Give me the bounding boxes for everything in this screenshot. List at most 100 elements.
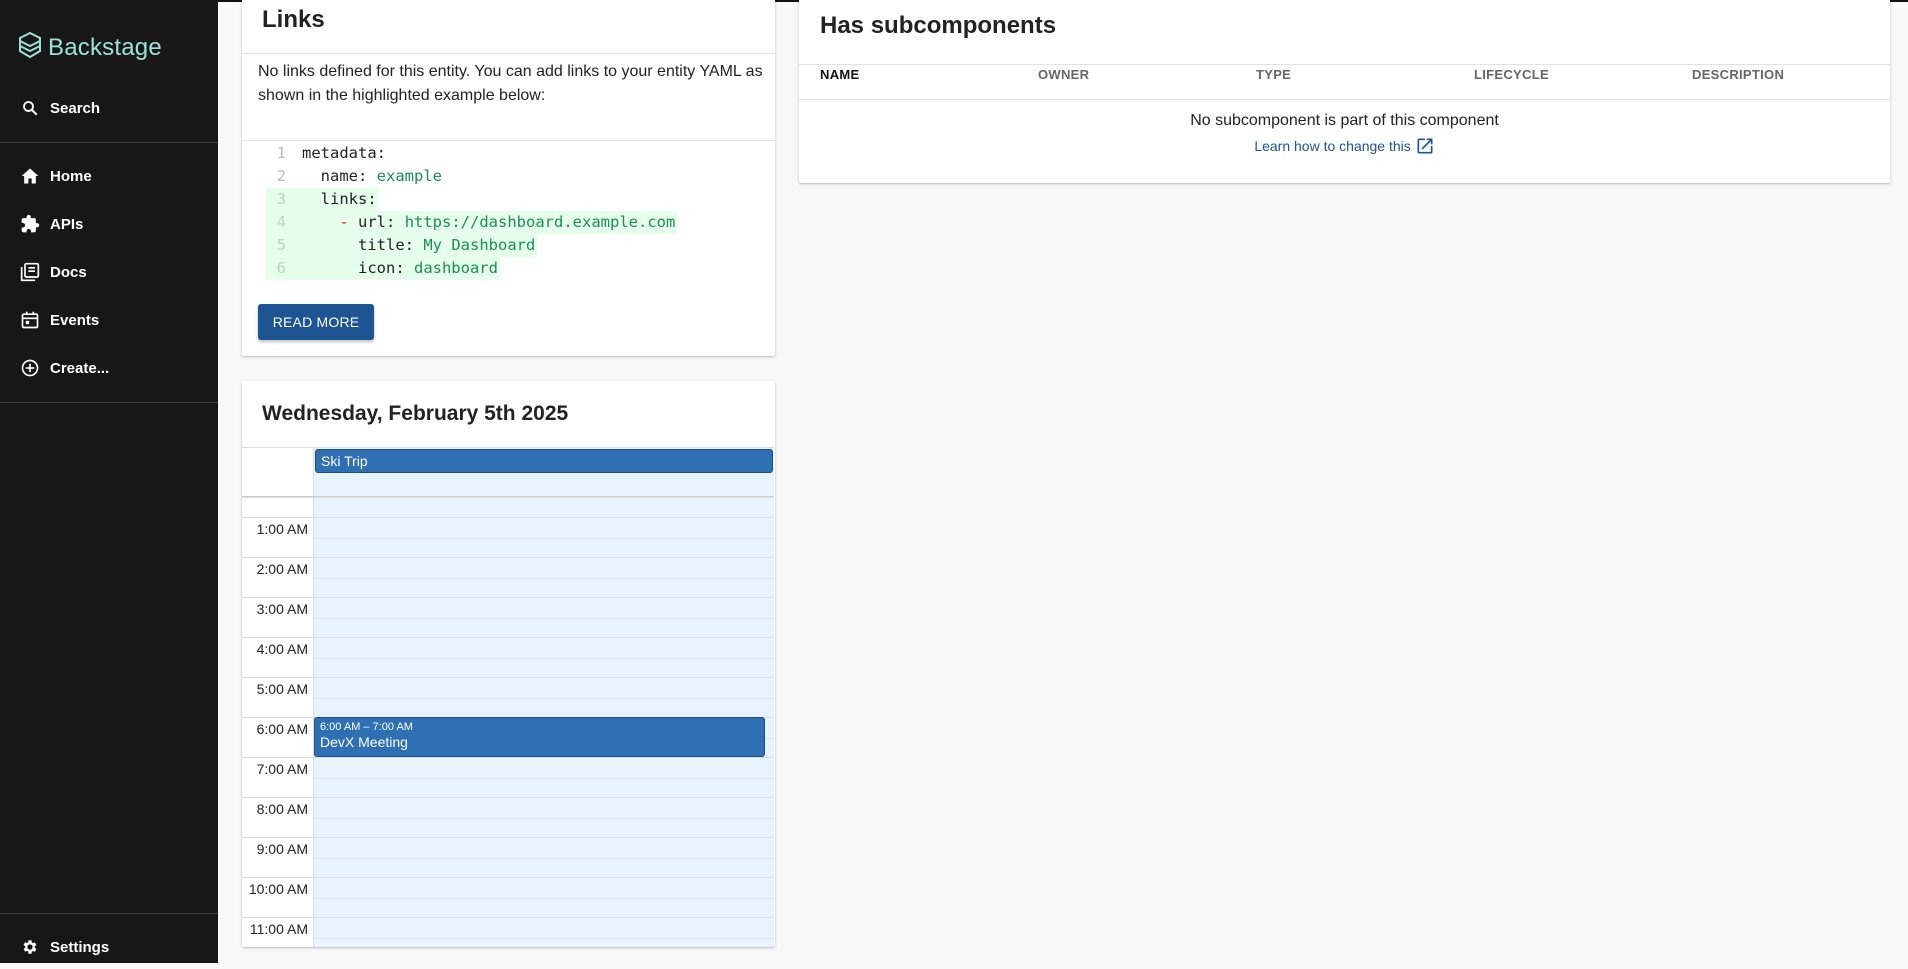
code-text: metadata: (302, 142, 388, 165)
code-key: title: (302, 236, 424, 254)
code-text: - url: https://dashboard.example.com (302, 211, 678, 234)
home-icon (20, 166, 40, 186)
code-line: 1 metadata: (266, 142, 677, 165)
time-slot: 4:00 AM (242, 637, 774, 678)
sidebar-item-label: Docs (50, 263, 87, 281)
add-circle-icon (20, 358, 40, 378)
time-label: 2:00 AM (256, 561, 308, 577)
code-text: icon: dashboard (302, 257, 500, 280)
logo-text: Backstage (48, 33, 162, 61)
code-key: links: (302, 190, 377, 208)
time-label: 3:00 AM (256, 601, 308, 617)
all-day-row: Ski Trip (242, 447, 774, 497)
yaml-code-block: 1 metadata: 2 name: example 3 links: 4 -… (266, 142, 678, 280)
sidebar-item-apis[interactable]: APIs (0, 202, 218, 246)
links-card-title: Links (262, 6, 325, 33)
half-hour-line (314, 818, 774, 819)
code-text: title: My Dashboard (302, 234, 538, 257)
half-hour-line (314, 698, 774, 699)
event-title: Ski Trip (321, 453, 368, 469)
time-slot: 2:00 AM (242, 557, 774, 598)
time-slot: 5:00 AM (242, 677, 774, 718)
half-hour-line (314, 538, 774, 539)
sidebar-item-settings[interactable]: Settings (0, 925, 218, 969)
time-slot: 7:00 AM (242, 757, 774, 798)
logo[interactable]: Backstage (18, 31, 162, 63)
code-line: 2 name: example (266, 165, 677, 188)
all-day-gutter (242, 448, 314, 496)
sidebar-item-label: Create... (50, 359, 110, 377)
backstage-logo-icon (18, 31, 42, 63)
time-label: 8:00 AM (256, 801, 308, 817)
links-description: No links defined for this entity. You ca… (258, 63, 763, 104)
subcomponents-card: Has subcomponents NAME OWNER TYPE LIFECY… (799, 0, 1890, 183)
card-divider (242, 140, 775, 141)
half-hour-line (314, 778, 774, 779)
sidebar-item-events[interactable]: Events (0, 298, 218, 342)
time-slot: 10:00 AM (242, 877, 774, 918)
code-value: My Dashboard (423, 236, 536, 254)
slot-column (314, 498, 774, 518)
line-number: 3 (266, 188, 302, 211)
subcomponents-card-title: Has subcomponents (820, 12, 1057, 39)
column-header-lifecycle[interactable]: LIFECYCLE (1474, 67, 1549, 82)
time-label: 11:00 AM (249, 921, 308, 937)
slot-column (314, 918, 774, 947)
sidebar-item-label: APIs (50, 215, 84, 233)
code-line-highlighted: 5 title: My Dashboard (266, 234, 677, 257)
half-hour-line (314, 618, 774, 619)
open-in-new-icon (1415, 137, 1435, 154)
column-header-name[interactable]: NAME (820, 67, 859, 82)
code-text: name: example (302, 165, 444, 188)
sidebar-item-create[interactable]: Create... (0, 346, 218, 390)
code-key: metadata: (302, 144, 386, 162)
time-label: 4:00 AM (256, 641, 308, 657)
gear-icon (20, 937, 40, 957)
sidebar: Backstage Search Home APIs Docs Events C… (0, 0, 218, 963)
card-divider (799, 64, 1890, 65)
sidebar-item-label: Settings (50, 938, 110, 956)
calendar-date-title: Wednesday, February 5th 2025 (262, 402, 569, 425)
card-divider (242, 53, 775, 54)
time-slot: 3:00 AM (242, 597, 774, 638)
sidebar-divider (0, 913, 218, 914)
code-line-highlighted: 3 links: (266, 188, 677, 211)
column-header-description[interactable]: DESCRIPTION (1692, 67, 1784, 82)
half-hour-line (314, 898, 774, 899)
all-day-event-ski-trip[interactable]: Ski Trip (315, 449, 773, 473)
time-label: 5:00 AM (256, 681, 308, 697)
time-label: 10:00 AM (248, 881, 308, 897)
list-dash: - (339, 213, 349, 231)
puzzle-icon (20, 214, 40, 234)
code-line-highlighted: 6 icon: dashboard (266, 257, 677, 280)
code-value: dashboard (413, 259, 498, 277)
sidebar-item-label: Search (50, 99, 101, 117)
column-header-owner[interactable]: OWNER (1038, 67, 1089, 82)
time-label: 7:00 AM (256, 761, 308, 777)
line-number: 2 (276, 167, 286, 185)
learn-how-link[interactable]: Learn how to change this (799, 136, 1890, 156)
sidebar-item-docs[interactable]: Docs (0, 250, 218, 294)
read-more-button[interactable]: READ MORE (258, 304, 374, 340)
card-divider (799, 99, 1890, 100)
code-text: links: (302, 188, 379, 211)
sidebar-item-search[interactable]: Search (0, 86, 218, 130)
code-key: url: (358, 213, 405, 231)
time-label: 6:00 AM (256, 721, 308, 737)
search-icon (20, 98, 40, 118)
learn-link-text: Learn how to change this (1254, 138, 1411, 154)
time-slot: 9:00 AM (242, 837, 774, 878)
sidebar-item-label: Home (50, 167, 92, 185)
time-slot: 1:00 AM (242, 517, 774, 558)
sidebar-item-label: Events (50, 311, 100, 329)
time-slot (242, 497, 774, 518)
code-value: example (376, 167, 442, 185)
line-number: 4 (266, 211, 302, 234)
event-devx-meeting[interactable]: 6:00 AM – 7:00 AM DevX Meeting (314, 717, 765, 757)
column-header-type[interactable]: TYPE (1256, 67, 1291, 82)
calendar-card: Wednesday, February 5th 2025 Ski Trip 1:… (242, 381, 775, 947)
sidebar-item-home[interactable]: Home (0, 154, 218, 198)
gutter-line (313, 497, 314, 947)
sidebar-divider (0, 402, 218, 403)
code-key: name: (302, 167, 377, 185)
